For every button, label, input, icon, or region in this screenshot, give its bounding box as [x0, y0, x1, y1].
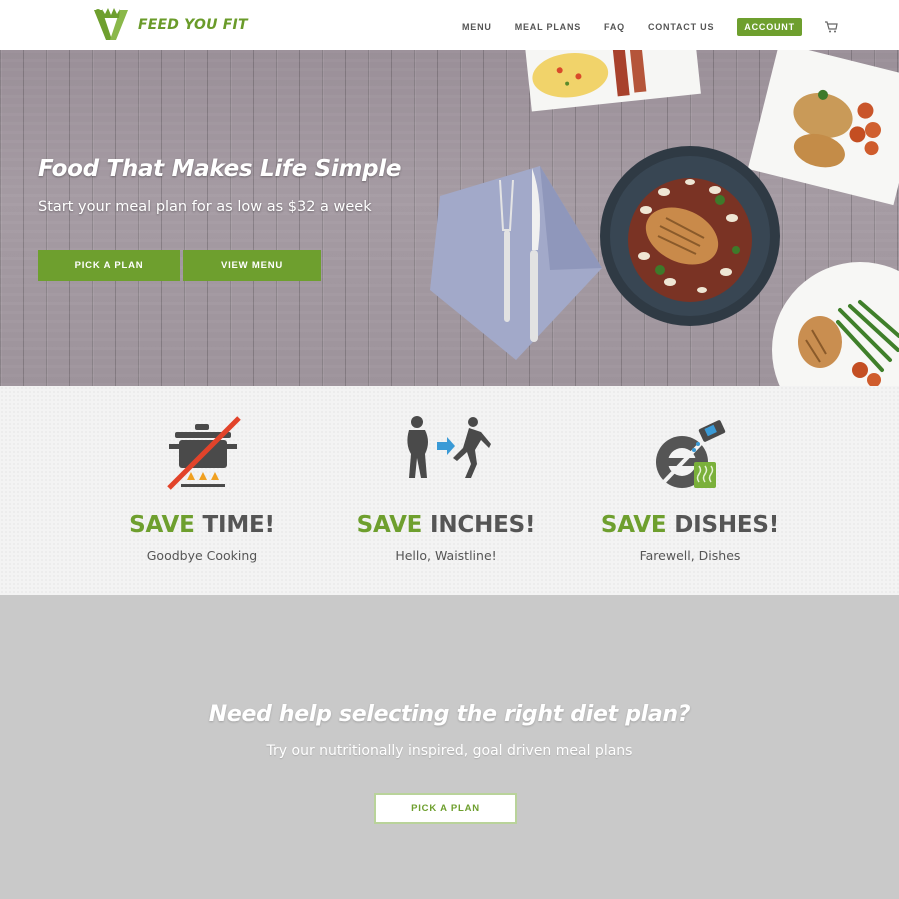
feature-subtitle: Farewell, Dishes	[639, 548, 741, 563]
cart-icon[interactable]	[824, 20, 838, 34]
feature-subtitle: Hello, Waistline!	[395, 548, 497, 563]
feature-subtitle: Goodbye Cooking	[146, 548, 258, 563]
feature-title: SAVE DISHES!	[600, 512, 780, 538]
view-menu-button[interactable]: VIEW MENU	[183, 250, 321, 281]
logo-icon	[94, 8, 128, 40]
nav-meal-plans[interactable]: MEAL PLANS	[515, 22, 581, 32]
account-button[interactable]: ACCOUNT	[737, 18, 802, 36]
hero-subtitle: Start your meal plan for as low as $32 a…	[38, 199, 372, 215]
brand-name: FEED YOU FIT	[138, 17, 248, 33]
main-nav: MENU MEAL PLANS FAQ CONTACT US ACCOUNT	[462, 18, 838, 36]
no-cooking-pot-icon	[167, 416, 241, 490]
cta-title: Need help selecting the right diet plan?	[208, 702, 691, 727]
site-header: FEED YOU FIT MENU MEAL PLANS FAQ CONTACT…	[0, 0, 899, 50]
cta-pick-plan-button[interactable]: PICK A PLAN	[374, 793, 517, 824]
feature-title: SAVE TIME!	[129, 512, 275, 538]
weight-loss-runner-icon	[407, 416, 491, 478]
hero-title: Food That Makes Life Simple	[38, 156, 402, 182]
cta-subtitle: Try our nutritionally inspired, goal dri…	[266, 743, 633, 759]
no-dishes-icon	[656, 420, 726, 488]
nav-contact-us[interactable]: CONTACT US	[648, 22, 714, 32]
features-section: SAVE TIME! Goodbye Cooking SAVE INCHES! …	[0, 386, 899, 595]
hero-banner: Food That Makes Life Simple Start your m…	[0, 50, 899, 386]
logo[interactable]: FEED YOU FIT	[90, 6, 248, 44]
feature-title: SAVE INCHES!	[356, 512, 536, 538]
nav-menu[interactable]: MENU	[462, 22, 492, 32]
nav-faq[interactable]: FAQ	[604, 22, 625, 32]
pick-plan-button[interactable]: PICK A PLAN	[38, 250, 180, 281]
meal-photo	[430, 50, 899, 386]
cta-section: Need help selecting the right diet plan?…	[0, 595, 899, 899]
